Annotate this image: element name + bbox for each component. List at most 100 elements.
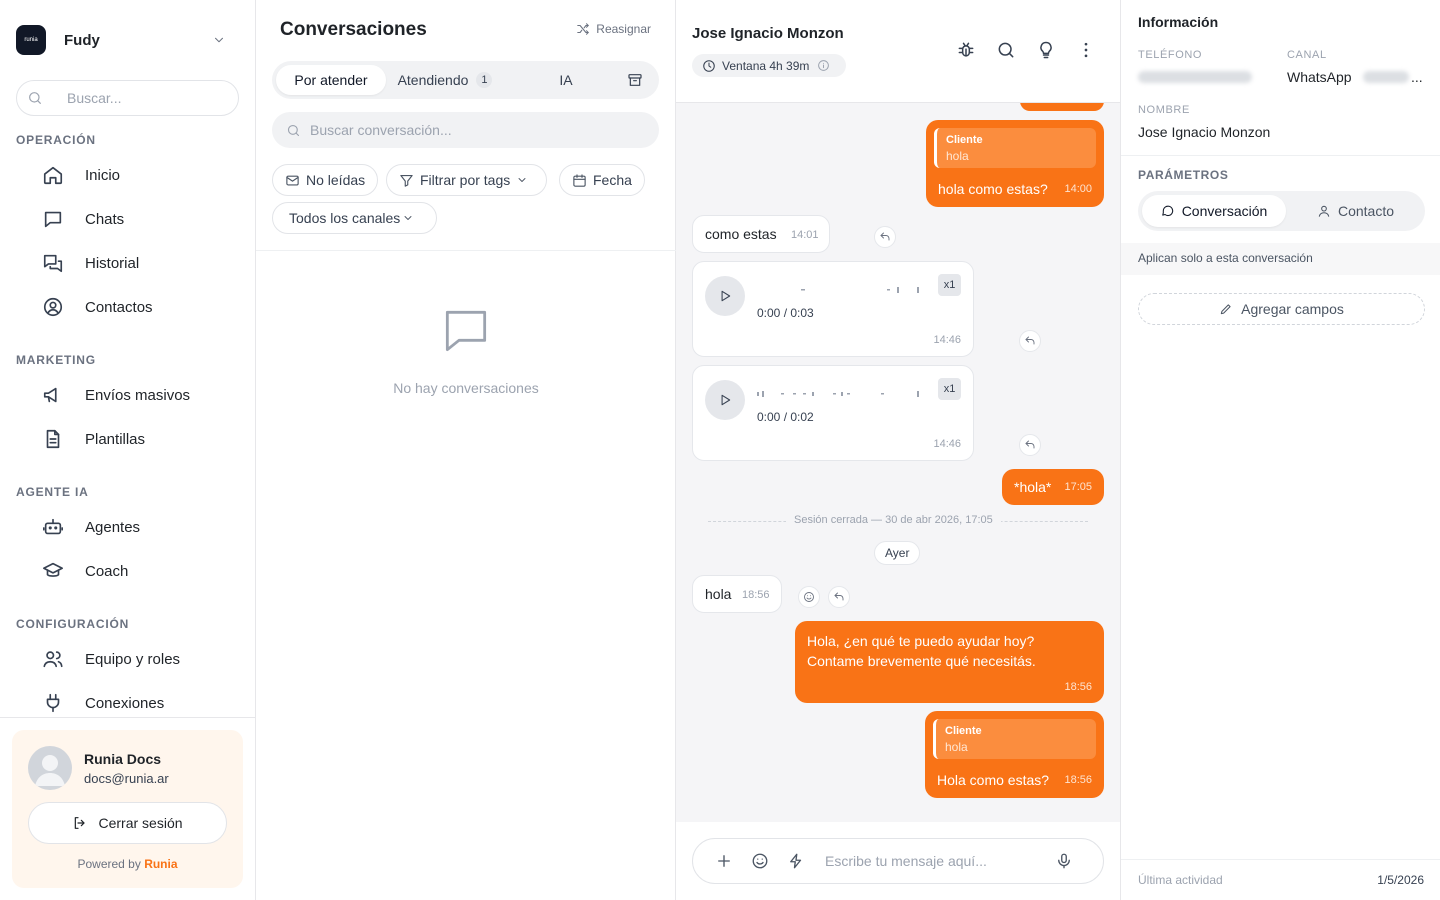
bug-icon[interactable] xyxy=(956,40,976,60)
quoted-message: Cliente hola xyxy=(933,719,1096,759)
playback-speed-button[interactable]: x1 xyxy=(938,274,961,296)
lightning-icon[interactable] xyxy=(787,852,805,870)
divider xyxy=(1121,859,1440,860)
history-chat-icon xyxy=(37,252,64,274)
plug-icon xyxy=(37,692,64,714)
quote-text: hola xyxy=(946,149,969,163)
sidebar-item-agentes[interactable]: Agentes xyxy=(16,509,240,545)
graduation-cap-icon xyxy=(37,560,64,582)
filter-tags-dropdown[interactable]: Filtrar por tags xyxy=(386,164,548,196)
sidebar-item-inicio[interactable]: Inicio xyxy=(16,157,240,193)
audio-message: x1 0:00 / 0:02 14:46 xyxy=(692,365,974,461)
play-button[interactable] xyxy=(705,380,745,420)
reply-button[interactable] xyxy=(1019,330,1041,352)
sidebar-item-label: Equipo y roles xyxy=(85,650,181,668)
playback-speed-button[interactable]: x1 xyxy=(938,378,961,400)
window-timer-badge: Ventana 4h 39m xyxy=(692,54,847,77)
reply-icon xyxy=(833,591,845,603)
name-label: NOMBRE xyxy=(1138,104,1190,116)
params-tabs: Conversación Contacto xyxy=(1138,191,1425,231)
plus-icon[interactable] xyxy=(715,852,733,870)
day-separator: Ayer xyxy=(874,541,921,565)
reply-button[interactable] xyxy=(1019,434,1041,456)
search-icon[interactable] xyxy=(996,40,1016,60)
info-icon[interactable] xyxy=(817,59,836,72)
message-bubble-outgoing xyxy=(1020,103,1104,111)
filter-unread-button[interactable]: No leídas xyxy=(272,164,379,196)
powered-brand[interactable]: Runia xyxy=(144,857,177,871)
user-circle-icon xyxy=(37,296,64,318)
channel-label: CANAL xyxy=(1287,49,1327,61)
message-bubble-outgoing[interactable]: *hola* 17:05 xyxy=(1002,469,1104,505)
sidebar-item-label: Agentes xyxy=(85,518,141,536)
tab-atendiendo[interactable]: Atendiendo 1 xyxy=(390,65,500,95)
conversation-tabs: Por atender Atendiendo 1 IA xyxy=(272,61,659,99)
play-icon xyxy=(718,393,732,407)
message-time: 14:00 xyxy=(1064,183,1092,195)
section-agente-ia: AGENTE IA xyxy=(16,485,89,499)
message-text: *hola* xyxy=(1014,479,1052,495)
sidebar-item-historial[interactable]: Historial xyxy=(16,245,240,281)
reply-button[interactable] xyxy=(828,586,850,608)
message-bubble-outgoing[interactable]: Cliente hola hola como estas? 14:00 xyxy=(926,120,1104,207)
tab-contact[interactable]: Contacto xyxy=(1290,195,1421,227)
message-time: 17:05 xyxy=(1064,481,1092,493)
workspace-switcher[interactable]: runia Fudy xyxy=(16,24,240,56)
info-panel: Información TELÉFONO CANAL WhatsApp ... … xyxy=(1120,0,1440,900)
sidebar-item-envios[interactable]: Envíos masivos xyxy=(16,377,240,413)
sidebar-item-contactos[interactable]: Contactos xyxy=(16,289,240,325)
tab-label: Por atender xyxy=(294,72,368,88)
document-icon xyxy=(37,428,64,450)
phone-label: TELÉFONO xyxy=(1138,49,1203,61)
sidebar-item-coach[interactable]: Coach xyxy=(16,553,240,589)
empty-state-text: No hay conversaciones xyxy=(393,380,539,396)
sidebar-item-plantillas[interactable]: Plantillas xyxy=(16,421,240,457)
message-input[interactable]: Escribe tu mensaje aquí... xyxy=(825,853,1055,869)
tab-conversation[interactable]: Conversación xyxy=(1142,195,1286,227)
filter-date-button[interactable]: Fecha xyxy=(559,164,645,196)
add-fields-button[interactable]: Agregar campos xyxy=(1138,293,1425,325)
message-time: 14:46 xyxy=(933,438,961,450)
more-vertical-icon[interactable] xyxy=(1076,40,1096,60)
chevron-down-icon xyxy=(212,33,226,47)
quote-text: hola xyxy=(945,740,968,754)
sidebar-item-conexiones[interactable]: Conexiones xyxy=(16,685,240,721)
message-bubble-outgoing[interactable]: Hola, ¿en qué te puedo ayudar hoy? Conta… xyxy=(795,621,1104,703)
tab-por-atender[interactable]: Por atender xyxy=(276,65,386,95)
sidebar-search-input[interactable]: Buscar... xyxy=(16,80,239,116)
message-bubble-incoming[interactable]: hola 18:56 xyxy=(692,575,782,613)
section-marketing: MARKETING xyxy=(16,353,96,367)
archive-button[interactable] xyxy=(616,65,654,95)
conversation-list-panel: Conversaciones Reasignar Por atender Ate… xyxy=(256,0,676,900)
message-bubble-outgoing[interactable]: Cliente hola Hola como estas? 18:56 xyxy=(925,711,1104,798)
filter-label: Filtrar por tags xyxy=(420,172,511,188)
lightbulb-icon[interactable] xyxy=(1036,40,1056,60)
emoji-icon[interactable] xyxy=(751,852,769,870)
play-button[interactable] xyxy=(705,276,745,316)
reply-button[interactable] xyxy=(874,226,896,248)
message-time: 18:56 xyxy=(1064,681,1092,693)
filter-channels-dropdown[interactable]: Todos los canales xyxy=(272,202,438,234)
message-bubble-incoming[interactable]: como estas 14:01 xyxy=(692,215,830,253)
channel-ellipsis: ... xyxy=(1411,69,1423,85)
conversation-search-input[interactable]: Buscar conversación... xyxy=(272,112,659,148)
quote-author: Cliente xyxy=(946,134,983,146)
sidebar-item-equipo[interactable]: Equipo y roles xyxy=(16,641,240,677)
section-configuracion: CONFIGURACIÓN xyxy=(16,617,130,631)
sidebar-item-label: Chats xyxy=(85,210,125,228)
microphone-icon[interactable] xyxy=(1055,852,1073,870)
sidebar-item-label: Conexiones xyxy=(85,694,165,712)
search-placeholder: Buscar conversación... xyxy=(310,122,452,138)
sidebar-item-label: Coach xyxy=(85,562,129,580)
message-time: 18:56 xyxy=(742,589,770,601)
archive-icon xyxy=(627,72,643,88)
shuffle-icon xyxy=(576,22,596,36)
react-button[interactable] xyxy=(798,586,820,608)
workspace-logo: runia xyxy=(16,25,46,55)
logout-button[interactable]: Cerrar sesión xyxy=(28,802,227,844)
reassign-button[interactable]: Reasignar xyxy=(576,22,651,36)
chat-bubble-icon xyxy=(37,208,64,230)
tab-ia[interactable]: IA xyxy=(526,65,606,95)
play-icon xyxy=(718,289,732,303)
sidebar-item-chats[interactable]: Chats xyxy=(16,201,240,237)
